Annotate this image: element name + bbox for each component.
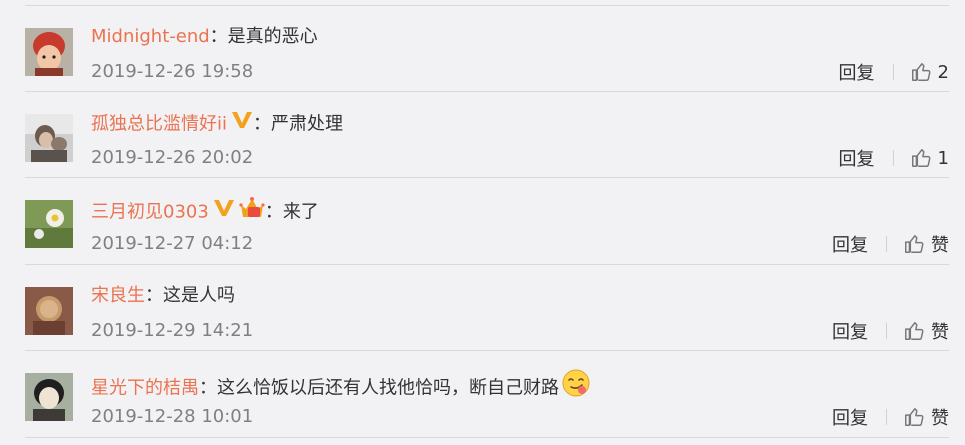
smirk-emoji-icon xyxy=(561,368,591,405)
like-button[interactable]: 2 xyxy=(910,61,949,83)
separator xyxy=(886,323,887,339)
vip-v-icon[interactable] xyxy=(231,109,253,136)
like-button[interactable]: 赞 xyxy=(903,231,949,257)
comment-item: 孤独总比滥情好ii ：严肃处理 2019-12-26 20:02 回复 1 xyxy=(0,91,965,177)
timestamp: 2019-12-26 19:58 xyxy=(91,61,254,82)
thumbs-up-icon xyxy=(905,235,924,253)
comment-text: 这是人吗 xyxy=(163,285,235,306)
reply-button[interactable]: 回复 xyxy=(832,404,868,430)
username-link[interactable]: 孤独总比滥情好ii xyxy=(91,114,227,135)
comment-actions: 回复 赞 xyxy=(832,405,949,429)
vip-v-icon[interactable] xyxy=(213,197,235,224)
comment-line: 宋良生：这是人吗 xyxy=(91,284,235,308)
like-count: 2 xyxy=(937,61,949,83)
like-button[interactable]: 赞 xyxy=(903,404,949,430)
username-link[interactable]: 星光下的桔禺 xyxy=(91,378,199,399)
timestamp: 2019-12-27 04:12 xyxy=(91,233,254,254)
reply-button[interactable]: 回复 xyxy=(839,145,875,171)
comment-text: 这么恰饭以后还有人找他恰吗，断自己财路 xyxy=(217,377,559,399)
timestamp: 2019-12-28 10:01 xyxy=(91,406,254,427)
thumbs-up-icon xyxy=(905,408,924,426)
avatar[interactable] xyxy=(25,373,73,421)
comment-text: 来了 xyxy=(282,201,319,223)
like-label: 赞 xyxy=(931,408,949,429)
colon: ： xyxy=(145,285,163,306)
comment-actions: 回复 赞 xyxy=(832,232,949,256)
like-label: 赞 xyxy=(931,235,949,256)
username-link[interactable]: Midnight-end xyxy=(91,26,210,47)
avatar-image xyxy=(25,200,73,248)
avatar[interactable] xyxy=(25,114,73,162)
reply-button[interactable]: 回复 xyxy=(832,231,868,257)
thumbs-up-icon xyxy=(911,149,931,167)
colon: ： xyxy=(253,113,272,135)
comment-line: 三月初见0303 ：来了 xyxy=(91,197,319,224)
comment-text: 是真的恶心 xyxy=(227,26,318,47)
comment-line: 孤独总比滥情好ii ：严肃处理 xyxy=(91,111,343,135)
like-button[interactable]: 1 xyxy=(910,147,949,169)
comment-actions: 回复 2 xyxy=(839,59,949,85)
timestamp: 2019-12-26 20:02 xyxy=(91,147,254,168)
thumbs-up-icon xyxy=(905,322,924,340)
like-label: 赞 xyxy=(931,322,949,343)
like-count: 1 xyxy=(937,147,949,169)
username-link[interactable]: 宋良生 xyxy=(91,285,145,306)
username-link[interactable]: 三月初见0303 xyxy=(91,202,209,223)
reply-button[interactable]: 回复 xyxy=(832,318,868,344)
comment-actions: 回复 赞 xyxy=(832,319,949,343)
reply-button[interactable]: 回复 xyxy=(839,59,875,85)
avatar-image xyxy=(25,373,73,421)
comment-list: Midnight-end：是真的恶心 2019-12-26 19:58 回复 2 xyxy=(0,0,965,445)
comment-actions: 回复 1 xyxy=(839,145,949,171)
like-button[interactable]: 赞 xyxy=(903,318,949,344)
comment-line: Midnight-end：是真的恶心 xyxy=(91,25,318,49)
avatar[interactable] xyxy=(25,287,73,335)
colon: ： xyxy=(264,201,283,223)
separator xyxy=(886,409,887,425)
comment-item: Midnight-end：是真的恶心 2019-12-26 19:58 回复 2 xyxy=(0,5,965,91)
avatar[interactable] xyxy=(25,200,73,248)
comment-item: 三月初见0303 ：来了 2019-12-27 04:12 回复 赞 xyxy=(0,177,965,263)
separator xyxy=(892,150,894,166)
avatar[interactable] xyxy=(25,28,73,76)
avatar-image xyxy=(25,114,73,162)
separator xyxy=(892,64,894,80)
avatar-image xyxy=(25,287,73,335)
divider xyxy=(25,437,949,438)
comment-text: 严肃处理 xyxy=(271,113,344,135)
crown-member-icon[interactable] xyxy=(239,195,265,226)
thumbs-up-icon xyxy=(911,63,931,81)
avatar-image xyxy=(25,28,73,76)
colon: ： xyxy=(209,26,228,47)
comment-item: 星光下的桔禺：这么恰饭以后还有人找他恰吗，断自己财路 2019-12-28 10… xyxy=(0,350,965,436)
separator xyxy=(886,236,887,252)
colon: ： xyxy=(199,377,217,399)
timestamp: 2019-12-29 14:21 xyxy=(91,320,254,341)
comment-item: 宋良生：这是人吗 2019-12-29 14:21 回复 赞 xyxy=(0,264,965,350)
comment-line: 星光下的桔禺：这么恰饭以后还有人找他恰吗，断自己财路 xyxy=(91,369,591,399)
